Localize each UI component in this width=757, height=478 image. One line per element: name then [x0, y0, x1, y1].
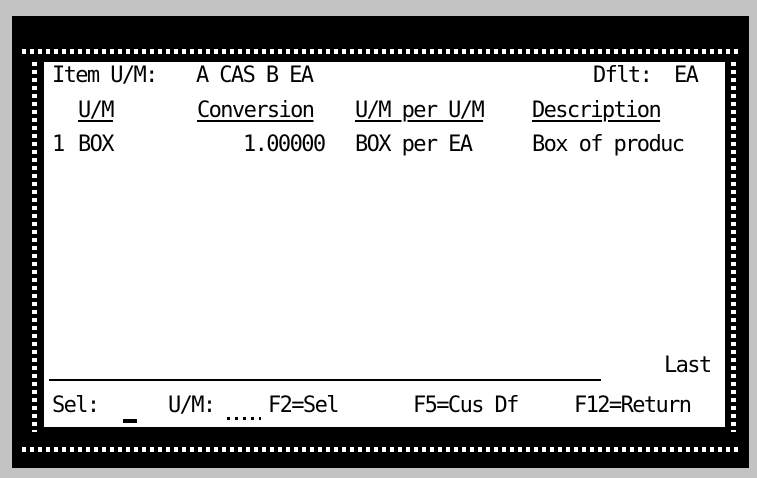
border-dots-top	[22, 49, 738, 54]
row-description: Box of produc	[532, 132, 685, 157]
f12-return-key[interactable]: F12=Return	[574, 394, 692, 418]
row-line-number: 1	[52, 132, 65, 157]
column-header-um: U/M	[78, 98, 115, 123]
border-dots-left	[32, 62, 37, 432]
f2-select-key[interactable]: F2=Sel	[268, 394, 339, 418]
item-um-label: Item U/M:	[52, 63, 158, 88]
page-indicator: Last	[664, 353, 712, 378]
default-um-value: EA	[674, 63, 699, 88]
sel-input-cursor[interactable]	[123, 419, 137, 423]
default-um-label: Dflt:	[593, 63, 653, 88]
row-um-per-um: BOX per EA	[355, 132, 473, 157]
row-conversion: 1.00000	[243, 132, 326, 157]
item-um-values: A CAS B EA	[196, 63, 314, 88]
column-header-um-per-um: U/M per U/M	[355, 98, 485, 123]
um-input-field[interactable]	[227, 417, 261, 420]
f5-custom-default-key[interactable]: F5=Cus Df	[413, 394, 519, 418]
border-dots-bottom	[22, 447, 738, 452]
footer-divider	[49, 379, 601, 381]
column-header-conversion: Conversion	[197, 98, 315, 123]
row-um: BOX	[78, 132, 115, 157]
um-field-label: U/M:	[168, 393, 216, 418]
sel-label: Sel:	[52, 393, 100, 418]
border-dots-right	[731, 62, 736, 432]
column-header-description: Description	[532, 98, 662, 123]
